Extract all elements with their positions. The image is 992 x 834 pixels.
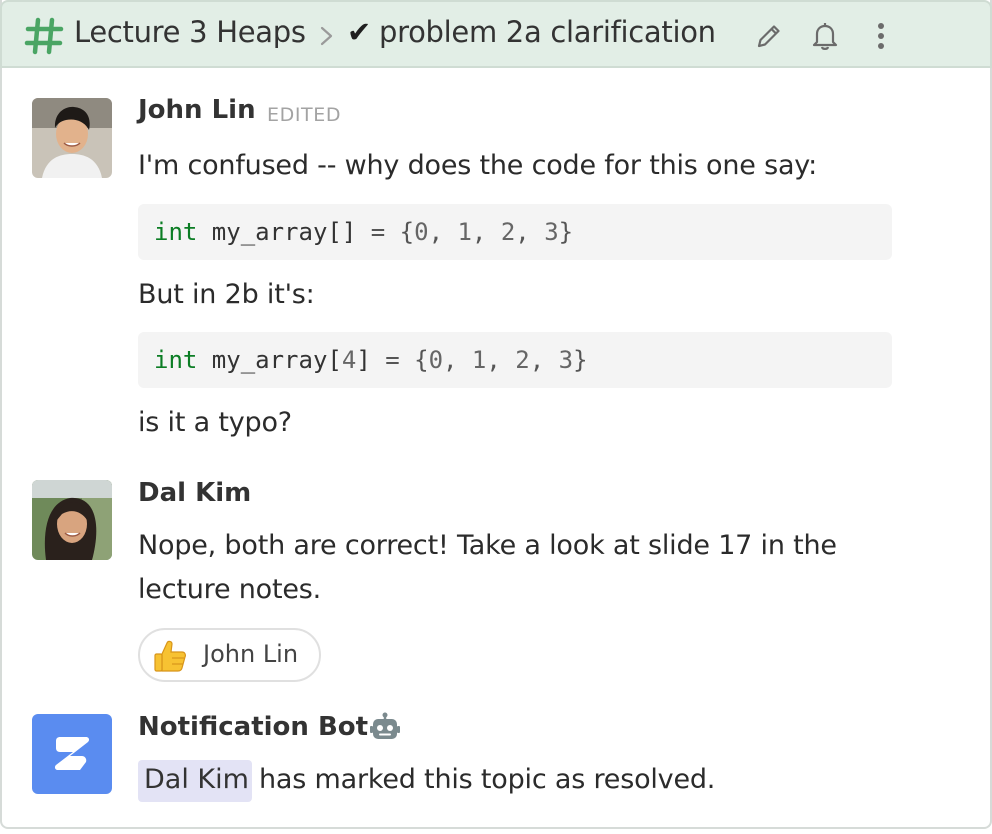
- edit-topic-button[interactable]: [752, 18, 786, 54]
- message-text: has marked this topic as resolved.: [259, 764, 716, 795]
- stream-name[interactable]: Lecture 3 Heaps: [74, 15, 306, 49]
- sender-name[interactable]: Dal Kim: [138, 478, 251, 508]
- chevron-right-icon: [320, 26, 333, 46]
- message-text: is it a typo?: [138, 407, 292, 438]
- pencil-icon: [757, 25, 780, 48]
- avatar-dal-kim[interactable]: [32, 480, 112, 560]
- robot-icon: [370, 712, 400, 739]
- bell-icon: [812, 23, 838, 50]
- thumbs-up-icon: [154, 640, 186, 672]
- kebab-menu-icon: [878, 23, 884, 49]
- reaction-button[interactable]: John Lin: [138, 628, 321, 682]
- code-block: int my_array[] = {0, 1, 2, 3}: [138, 204, 892, 260]
- sender-name[interactable]: John Lin: [138, 95, 256, 125]
- topic-name[interactable]: problem 2a clarification: [379, 15, 716, 49]
- avatar-notification-bot[interactable]: [32, 714, 112, 794]
- topic-header: Lecture 3 Heaps ✔ problem 2a clarificati…: [0, 0, 992, 68]
- sender-name[interactable]: Notification Bot: [138, 712, 368, 742]
- message-text: lecture notes.: [138, 574, 322, 605]
- avatar-john-lin[interactable]: [32, 98, 112, 178]
- message-text: Nope, both are correct! Take a look at s…: [138, 530, 837, 561]
- edited-label: EDITED: [267, 104, 342, 126]
- hash-icon: [24, 17, 64, 55]
- resolved-check-icon: ✔: [347, 15, 372, 49]
- message-text: I'm confused -- why does the code for th…: [138, 150, 817, 181]
- code-block: int my_array[4] = {0, 1, 2, 3}: [138, 332, 892, 388]
- user-mention[interactable]: Dal Kim: [138, 760, 252, 802]
- message-text: But in 2b it's:: [138, 279, 315, 310]
- notifications-button[interactable]: [808, 18, 842, 54]
- reaction-user: John Lin: [203, 640, 299, 668]
- more-options-button[interactable]: [864, 18, 898, 54]
